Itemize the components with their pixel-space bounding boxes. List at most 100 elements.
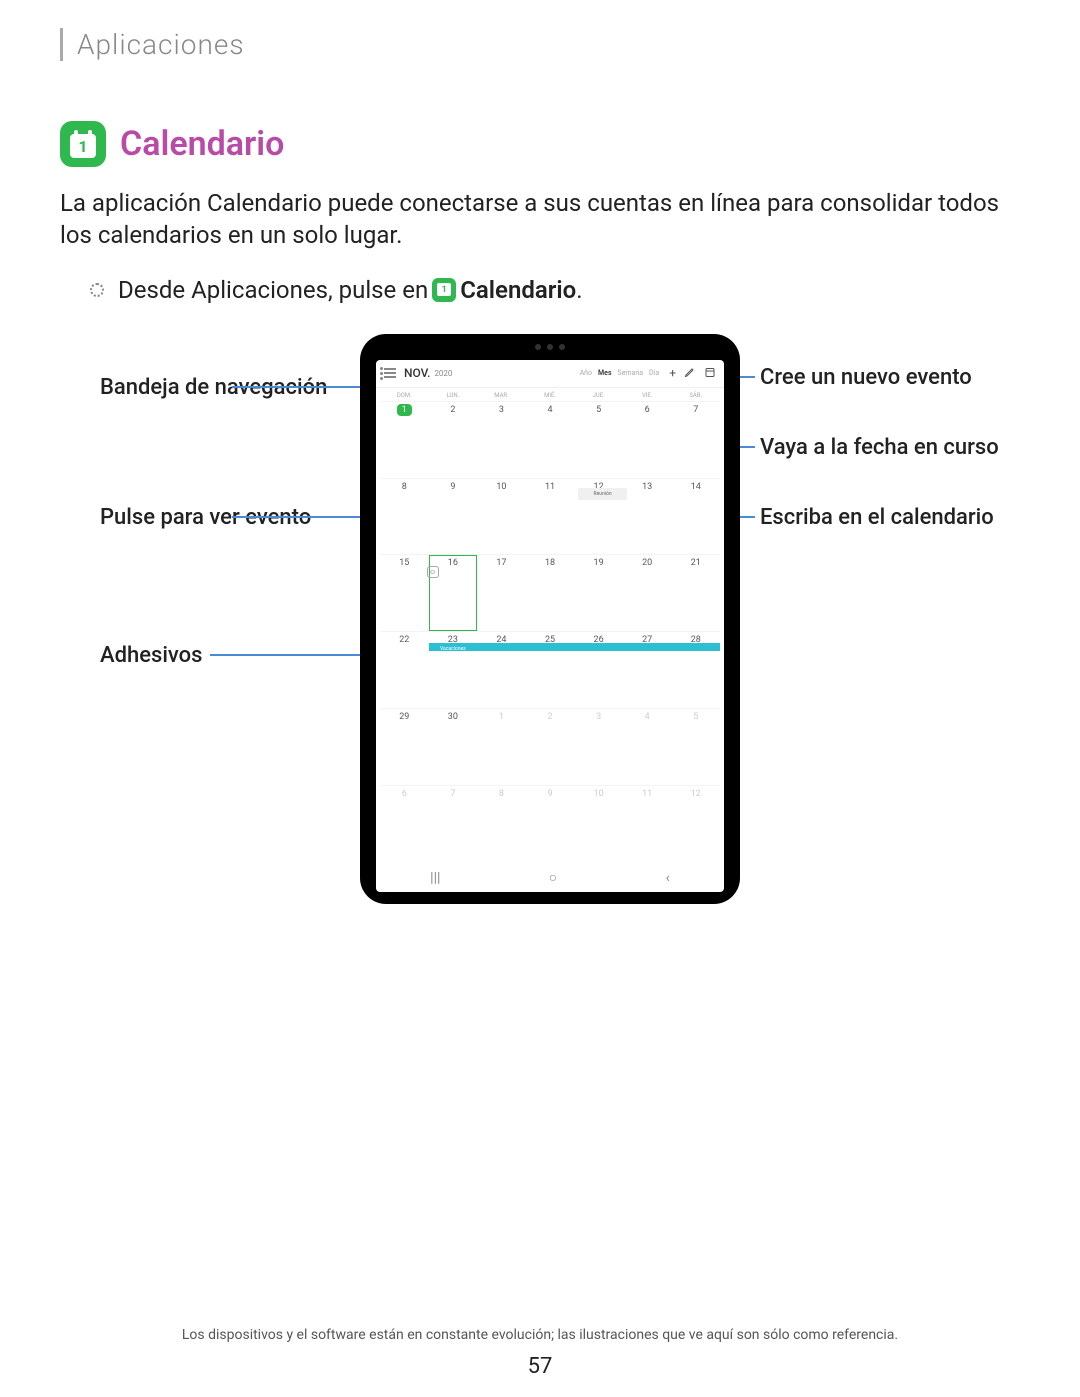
dow-label: DOM. [380,392,429,399]
day-cell-event[interactable]: 12 Reunión [574,479,623,555]
day-cell-next-month[interactable]: 9 [526,786,575,862]
day-cell[interactable]: 4 [526,402,575,478]
day-cell-selected[interactable]: 16 ☺ [429,555,478,631]
home-icon[interactable]: ○ [549,869,557,886]
app-heading-row: 1 Calendario [60,121,1020,167]
calendar-toolbar: NOV. 2020 Año Mes Semana Día + [376,360,724,388]
view-tab[interactable]: Semana [618,369,644,377]
inline-calendar-icon-number: 1 [437,283,451,296]
month-label[interactable]: NOV. [404,366,430,380]
dow-label: MAR. [477,392,526,399]
view-tab[interactable]: Año [580,369,592,377]
day-cell[interactable]: 17 [477,555,526,631]
week-row[interactable]: 22 23 Vacaciones 24 25 26 27 28 [380,631,720,708]
inline-calendar-icon: 1 [432,278,456,302]
calendar-app-icon: 1 [60,121,106,167]
hamburger-menu-icon[interactable] [384,368,396,378]
view-tab[interactable]: Mes [598,369,612,377]
disclaimer-text: Los dispositivos y el software están en … [0,1327,1080,1343]
vacation-event-bar[interactable] [574,643,623,651]
calendar-app-screen: NOV. 2020 Año Mes Semana Día + [376,360,724,892]
vacation-event-bar[interactable] [623,643,672,651]
view-tabs[interactable]: Año Mes Semana Día [580,369,660,377]
day-cell-next-month[interactable]: 10 [574,786,623,862]
week-row[interactable]: 1 2 3 4 5 6 7 [380,401,720,478]
day-cell-next-month[interactable]: 8 [477,786,526,862]
app-description: La aplicación Calendario puede conectars… [60,187,1020,252]
day-cell[interactable]: 26 [574,632,623,708]
day-cell[interactable]: 13 [623,479,672,555]
dow-label: JUE. [574,392,623,399]
day-cell-next-month[interactable]: 1 [477,709,526,785]
today-icon[interactable] [704,366,716,381]
callout-write-cal: Escriba en el calendario [760,504,994,532]
day-cell[interactable]: 11 [526,479,575,555]
instruction-app-name: Calendario [460,276,576,304]
sticker-icon[interactable]: ☺ [427,566,439,578]
day-cell[interactable]: 18 [526,555,575,631]
day-cell-next-month[interactable]: 11 [623,786,672,862]
section-header: Aplicaciones [60,28,1020,61]
pencil-icon[interactable] [684,366,696,381]
day-cell[interactable]: 9 [429,479,478,555]
android-nav-bar: ||| ○ ‹ [376,864,724,892]
day-cell-next-month[interactable]: 7 [429,786,478,862]
day-cell[interactable]: 3 [477,402,526,478]
dow-label: VIE. [623,392,672,399]
vacation-event-bar[interactable] [526,643,575,651]
add-event-icon[interactable]: + [669,366,676,380]
instruction-line: Desde Aplicaciones, pulse en 1 Calendari… [90,276,1020,304]
back-icon[interactable]: ‹ [666,870,670,886]
view-tab[interactable]: Día [649,369,659,377]
day-cell[interactable]: 29 [380,709,429,785]
day-cell-next-month[interactable]: 4 [623,709,672,785]
day-cell[interactable]: 14 [671,479,720,555]
day-cell[interactable]: 30 [429,709,478,785]
callout-new-event: Cree un nuevo evento [760,364,972,392]
day-cell[interactable]: 20 [623,555,672,631]
year-label: 2020 [434,369,452,378]
day-cell[interactable]: 27 [623,632,672,708]
day-cell[interactable]: 7 [671,402,720,478]
event-tag[interactable]: Reunión [578,488,627,500]
day-cell[interactable]: 22 [380,632,429,708]
instruction-period: . [576,276,582,304]
page-number: 57 [0,1354,1080,1379]
recents-icon[interactable]: ||| [430,870,440,886]
dow-label: LUN. [429,392,478,399]
day-cell-next-month[interactable]: 2 [526,709,575,785]
week-row[interactable]: 8 9 10 11 12 Reunión 13 14 [380,478,720,555]
day-cell[interactable]: 24 [477,632,526,708]
day-cell[interactable]: 5 [574,402,623,478]
day-cell[interactable]: 8 [380,479,429,555]
day-cell-next-month[interactable]: 12 [671,786,720,862]
calendar-app-icon-number: 1 [70,134,96,158]
calendar-grid[interactable]: DOM. LUN. MAR. MIÉ. JUE. VIE. SÁB. 1 2 3… [376,388,724,864]
illustration-area: Bandeja de navegación Pulse para ver eve… [60,334,1040,954]
tablet-device-frame: NOV. 2020 Año Mes Semana Día + [360,334,740,904]
day-cell[interactable]: 10 [477,479,526,555]
week-row[interactable]: 15 16 ☺ 17 18 19 20 21 [380,554,720,631]
day-cell[interactable]: 6 [623,402,672,478]
day-cell[interactable]: 28 [671,632,720,708]
week-row[interactable]: 29 30 1 2 3 4 5 [380,708,720,785]
vacation-event-bar[interactable] [477,643,526,651]
day-cell[interactable]: 21 [671,555,720,631]
day-cell[interactable]: 19 [574,555,623,631]
vacation-event-bar[interactable]: Vacaciones [429,643,478,651]
day-cell[interactable]: 25 [526,632,575,708]
dow-label: SÁB. [671,392,720,399]
dow-label: MIÉ. [526,392,575,399]
week-row[interactable]: 6 7 8 9 10 11 12 [380,785,720,862]
day-cell[interactable]: 2 [429,402,478,478]
day-cell-next-month[interactable]: 3 [574,709,623,785]
callout-stickers: Adhesivos [100,642,202,670]
day-cell-next-month[interactable]: 6 [380,786,429,862]
day-cell[interactable]: 23 Vacaciones [429,632,478,708]
vacation-event-bar[interactable] [671,643,720,651]
day-cell[interactable]: 15 [380,555,429,631]
app-title: Calendario [120,124,284,164]
day-cell-next-month[interactable]: 5 [671,709,720,785]
day-cell-today[interactable]: 1 [380,402,429,478]
bullet-icon [90,283,104,297]
